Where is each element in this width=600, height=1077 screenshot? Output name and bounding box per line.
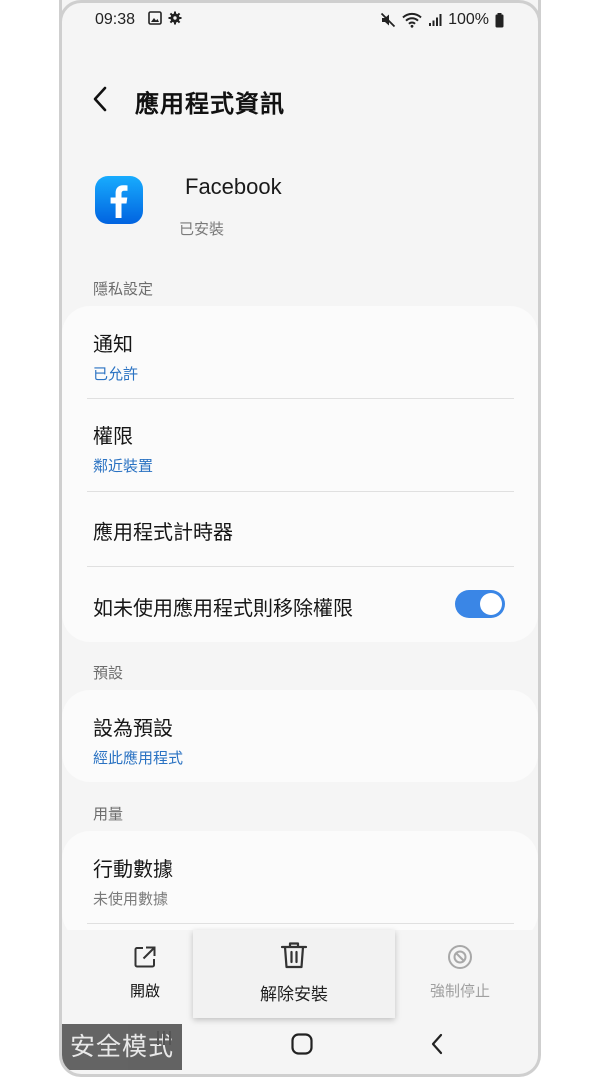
force-stop-button[interactable]: 強制停止: [405, 930, 515, 1001]
home-icon: [291, 1033, 313, 1055]
remove-permissions-row[interactable]: 如未使用應用程式則移除權限: [93, 592, 438, 621]
divider: [87, 923, 514, 924]
app-name: Facebook: [185, 174, 282, 199]
battery-icon: [495, 12, 504, 28]
notifications-value: 已允許: [93, 365, 139, 383]
open-external-icon: [90, 930, 200, 970]
section-label-privacy: 隱私設定: [93, 280, 154, 298]
status-time: 09:38: [95, 11, 136, 28]
permissions-value: 鄰近裝置: [93, 457, 154, 475]
phone-screen: 09:38 100% 應用程式資訊 Facebook 已安裝 隱私設定 通知 已…: [59, 0, 541, 1077]
gallery-icon: [148, 11, 162, 30]
toggle-knob: [480, 593, 502, 615]
defaults-card: 設為預設 經此應用程式: [62, 690, 538, 782]
notifications-row[interactable]: 通知 已允許: [93, 328, 514, 384]
wifi-icon: [402, 12, 422, 28]
status-bar: 09:38 100%: [62, 8, 538, 34]
set-default-title: 設為預設: [93, 716, 173, 740]
app-timer-row[interactable]: 應用程式計時器: [93, 516, 514, 545]
privacy-card: 通知 已允許 權限 鄰近裝置 應用程式計時器 如未使用應用程式則移除權限: [62, 306, 538, 642]
set-default-row[interactable]: 設為預設 經此應用程式: [93, 712, 514, 768]
open-button[interactable]: 開啟: [90, 930, 200, 1001]
back-button[interactable]: [86, 84, 116, 114]
recent-apps-button[interactable]: [154, 1028, 174, 1052]
usage-card: 行動數據 未使用數據: [62, 831, 538, 941]
facebook-app-icon: [95, 176, 143, 224]
permissions-row[interactable]: 權限 鄰近裝置: [93, 420, 514, 476]
notifications-title: 通知: [93, 332, 133, 356]
gear-icon: [168, 11, 182, 30]
home-button[interactable]: [290, 1032, 314, 1060]
remove-permissions-title: 如未使用應用程式則移除權限: [93, 596, 353, 620]
install-status: 已安裝: [179, 220, 225, 238]
divider: [87, 566, 514, 567]
section-label-usage: 用量: [93, 805, 124, 823]
bottom-action-bar: 開啟 解除安裝 強制停止: [62, 930, 538, 1020]
trash-icon: [193, 930, 395, 970]
signal-icon: [428, 13, 442, 27]
mute-icon: [380, 12, 396, 28]
recent-apps-icon: [157, 1031, 171, 1045]
battery-percent: 100%: [448, 11, 489, 28]
block-icon: [405, 930, 515, 970]
divider: [87, 398, 514, 399]
nav-back-button[interactable]: [428, 1032, 448, 1060]
page-title: 應用程式資訊: [135, 90, 285, 118]
open-label: 開啟: [129, 982, 160, 1000]
remove-permissions-toggle[interactable]: [455, 590, 505, 618]
app-bar: 應用程式資訊: [62, 78, 538, 122]
divider: [87, 491, 514, 492]
mobile-data-title: 行動數據: [93, 857, 173, 881]
navigation-bar: 安全模式: [62, 1022, 538, 1070]
app-timer-title: 應用程式計時器: [93, 520, 233, 544]
section-label-defaults: 預設: [93, 664, 124, 682]
mobile-data-value: 未使用數據: [93, 890, 169, 908]
app-header: Facebook 已安裝: [62, 168, 538, 248]
set-default-value: 經此應用程式: [93, 749, 184, 767]
uninstall-label: 解除安裝: [260, 985, 328, 1005]
permissions-title: 權限: [93, 424, 133, 448]
force-stop-label: 強制停止: [429, 982, 490, 1000]
chevron-left-icon: [93, 86, 107, 112]
uninstall-button[interactable]: 解除安裝: [193, 930, 395, 1018]
back-arrow-icon: [431, 1033, 443, 1055]
mobile-data-row[interactable]: 行動數據 未使用數據: [93, 853, 514, 909]
